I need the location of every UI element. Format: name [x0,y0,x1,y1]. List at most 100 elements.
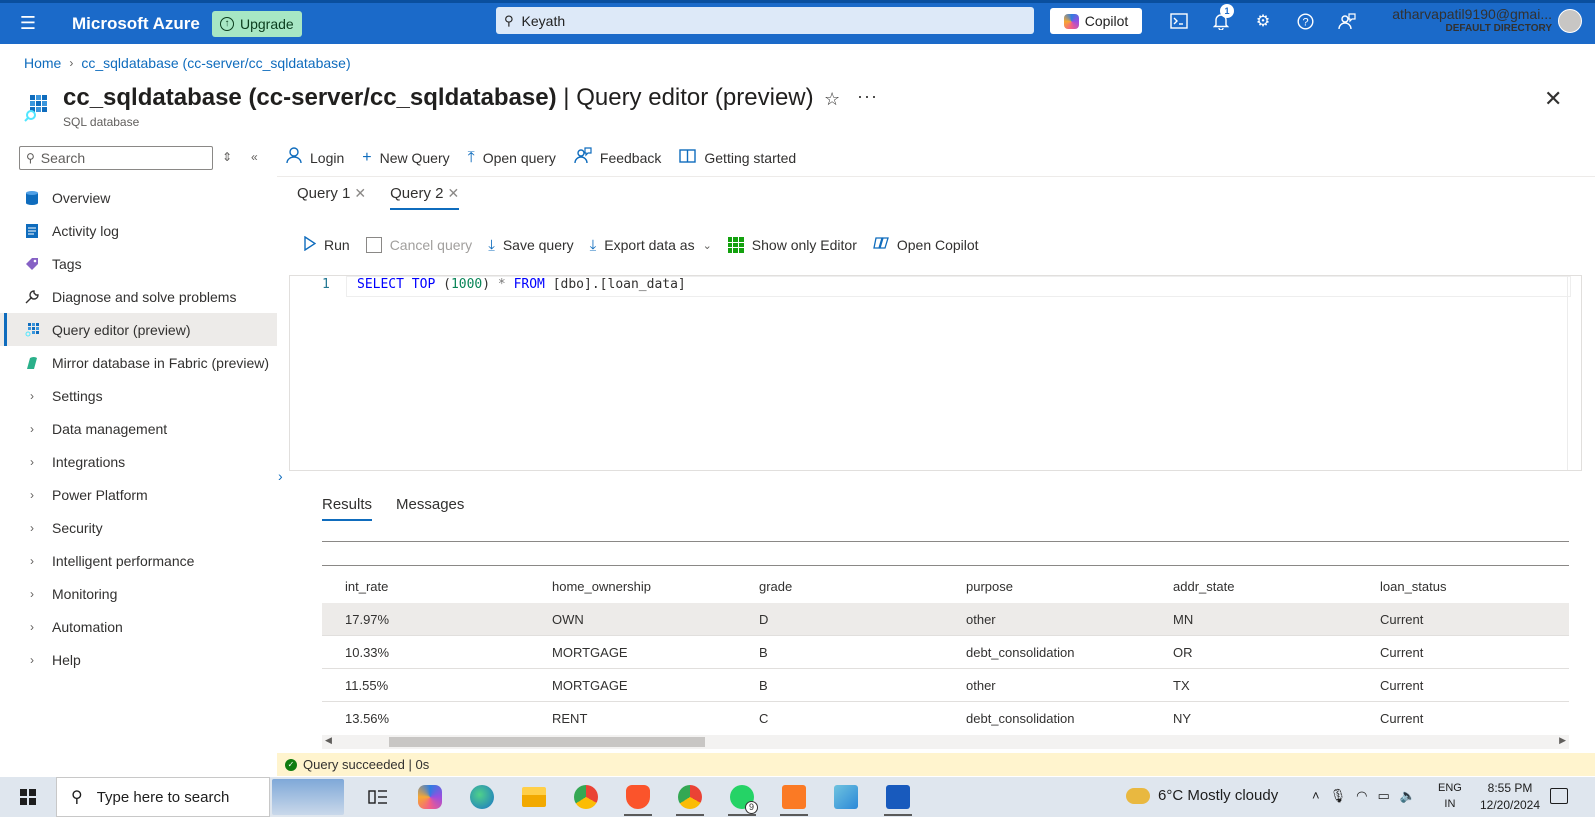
table-cell: OWN [552,611,584,627]
chrome-browser-icon[interactable] [566,777,606,817]
scrollbar-thumb[interactable] [389,737,705,747]
close-blade-icon[interactable]: ✕ [1544,86,1562,112]
results-divider [322,541,1569,542]
cloud-shell-icon[interactable] [1166,8,1192,34]
sidebar-item-monitoring[interactable]: › Monitoring [0,577,277,610]
sidebar-item-integrations[interactable]: › Integrations [0,445,277,478]
word-icon[interactable] [878,777,918,817]
new-query-button[interactable]: + New Query [362,149,449,167]
volume-icon[interactable]: 🔈 [1400,788,1416,804]
weather-widget[interactable]: 6°C Mostly cloudy [1126,787,1278,804]
battery-icon[interactable]: ▭ [1377,788,1389,804]
feedback-person-icon[interactable] [1334,8,1360,34]
table-row[interactable]: 11.55% MORTGAGE B other TX Current [322,669,1569,702]
export-data-dropdown[interactable]: ⤓ Export data as ⌄ [590,237,712,254]
account-menu[interactable]: atharvapatil9190@gmai... DEFAULT DIRECTO… [1384,6,1552,35]
column-header[interactable]: loan_status [1380,579,1592,594]
column-header[interactable]: addr_state [1173,579,1380,594]
column-header[interactable]: purpose [966,579,1173,594]
column-header[interactable]: grade [759,579,966,594]
upgrade-button[interactable]: ↑ Upgrade [212,10,302,37]
close-tab-icon[interactable]: ✕ [447,185,459,202]
help-icon[interactable]: ? [1292,8,1318,34]
taskbar-search-input[interactable]: ⚲ Type here to search [56,777,270,817]
breadcrumb-resource-link[interactable]: cc_sqldatabase (cc-server/cc_sqldatabase… [81,55,350,71]
tab-query-2[interactable]: Query 2 ✕ [390,185,460,210]
copilot-button[interactable]: Copilot [1050,8,1142,34]
breadcrumb-home-link[interactable]: Home [24,55,61,71]
column-header[interactable]: home_ownership [552,579,759,594]
show-only-editor-button[interactable]: Show only Editor [727,237,857,253]
sidebar-item-tags[interactable]: Tags [0,247,277,280]
copilot-app-icon[interactable] [410,777,450,817]
edge-browser-icon[interactable] [462,777,502,817]
sidebar-item-query-editor[interactable]: Query editor (preview) [0,313,277,346]
notification-center-icon[interactable] [1550,788,1568,804]
getting-started-button[interactable]: Getting started [679,148,796,169]
sidebar-item-mirror-fabric[interactable]: Mirror database in Fabric (preview) [0,346,277,379]
task-view-icon[interactable] [358,777,398,817]
scroll-left-arrow-icon[interactable]: ◀ [325,735,332,746]
settings-gear-icon[interactable]: ⚙ [1250,8,1276,34]
tab-results[interactable]: Results [322,496,373,521]
open-query-button[interactable]: ⤒ Open query [468,149,556,167]
sidebar-item-settings[interactable]: › Settings [0,379,277,412]
sidebar-search-input[interactable]: ⚲ Search [19,146,213,170]
sidebar-search-placeholder: Search [40,150,86,166]
sidebar-item-power-platform[interactable]: › Power Platform [0,478,277,511]
sidebar-item-overview[interactable]: Overview [0,181,277,214]
microphone-icon[interactable]: 🎙 [1330,788,1347,804]
favorite-star-icon[interactable]: ☆ [824,89,840,110]
sidebar-item-diagnose[interactable]: Diagnose and solve problems [0,280,277,313]
results-horizontal-scrollbar[interactable]: ◀ ▶ [322,735,1569,749]
plus-icon: + [362,149,372,166]
file-explorer-icon[interactable] [514,777,554,817]
close-tab-icon[interactable]: ✕ [354,185,366,202]
sidebar-item-label: Settings [52,387,103,404]
sidebar-item-intelligent-performance[interactable]: › Intelligent performance [0,544,277,577]
sidebar-item-data-management[interactable]: › Data management [0,412,277,445]
expand-panel-chevron-icon[interactable]: › [278,468,283,484]
global-search-input[interactable]: ⚲ Keyath [496,7,1034,34]
login-button[interactable]: Login [286,147,344,169]
sidebar-item-security[interactable]: › Security [0,511,277,544]
windows-start-icon[interactable] [0,789,56,805]
hamburger-menu-icon[interactable]: ☰ [0,13,56,34]
notifications-bell-icon[interactable]: 1 [1208,4,1234,34]
tab-messages[interactable]: Messages [396,496,464,521]
table-cell: 17.97% [345,611,390,627]
tab-query-1[interactable]: Query 1 ✕ [297,185,366,210]
chrome-profile-icon[interactable] [670,777,710,817]
taskbar-clock[interactable]: 8:55 PM 12/20/2024 [1470,780,1550,814]
chevron-up-icon[interactable]: ˄ [1312,788,1320,804]
brand-link[interactable]: Microsoft Azure [72,14,212,34]
query-editor-toolbar: Login + New Query ⤒ Open query Feedback … [286,147,796,169]
code-line[interactable]: SELECT TOP (1000) * FROM [dbo].[loan_dat… [357,277,686,292]
xampp-icon[interactable] [774,777,814,817]
sort-updown-icon[interactable]: ⇕ [222,150,232,164]
sql-code-editor[interactable]: 1 SELECT TOP (1000) * FROM [dbo].[loan_d… [289,275,1582,471]
run-button[interactable]: Run [304,235,350,255]
notepad-icon[interactable] [826,777,866,817]
table-row[interactable]: 10.33% MORTGAGE B debt_consolidation OR … [322,636,1569,669]
sidebar-item-activity-log[interactable]: Activity log [0,214,277,247]
wifi-icon[interactable]: ◠ [1356,788,1367,804]
column-header[interactable]: int_rate [345,579,552,594]
save-query-button[interactable]: ⤓ Save query [488,237,573,254]
open-copilot-button[interactable]: Open Copilot [873,235,979,255]
collapse-sidebar-icon[interactable]: « [251,150,258,164]
table-row[interactable]: 13.56% RENT C debt_consolidation NY Curr… [322,702,1569,735]
sidebar-item-automation[interactable]: › Automation [0,610,277,643]
avatar[interactable] [1558,9,1582,33]
table-row[interactable]: 17.97% OWN D other MN Current [322,603,1569,636]
whatsapp-icon[interactable]: 9 [722,777,762,817]
sidebar-item-help[interactable]: › Help [0,643,277,676]
cancel-query-button[interactable]: Cancel query [365,237,472,253]
search-highlight-image[interactable] [272,779,344,815]
more-options-icon[interactable]: ··· [857,86,878,107]
feedback-button[interactable]: Feedback [574,147,661,169]
scroll-right-arrow-icon[interactable]: ▶ [1559,735,1566,746]
language-indicator[interactable]: ENG IN [1438,780,1462,812]
brave-browser-icon[interactable] [618,777,658,817]
editor-vertical-scrollbar[interactable] [1567,276,1581,470]
